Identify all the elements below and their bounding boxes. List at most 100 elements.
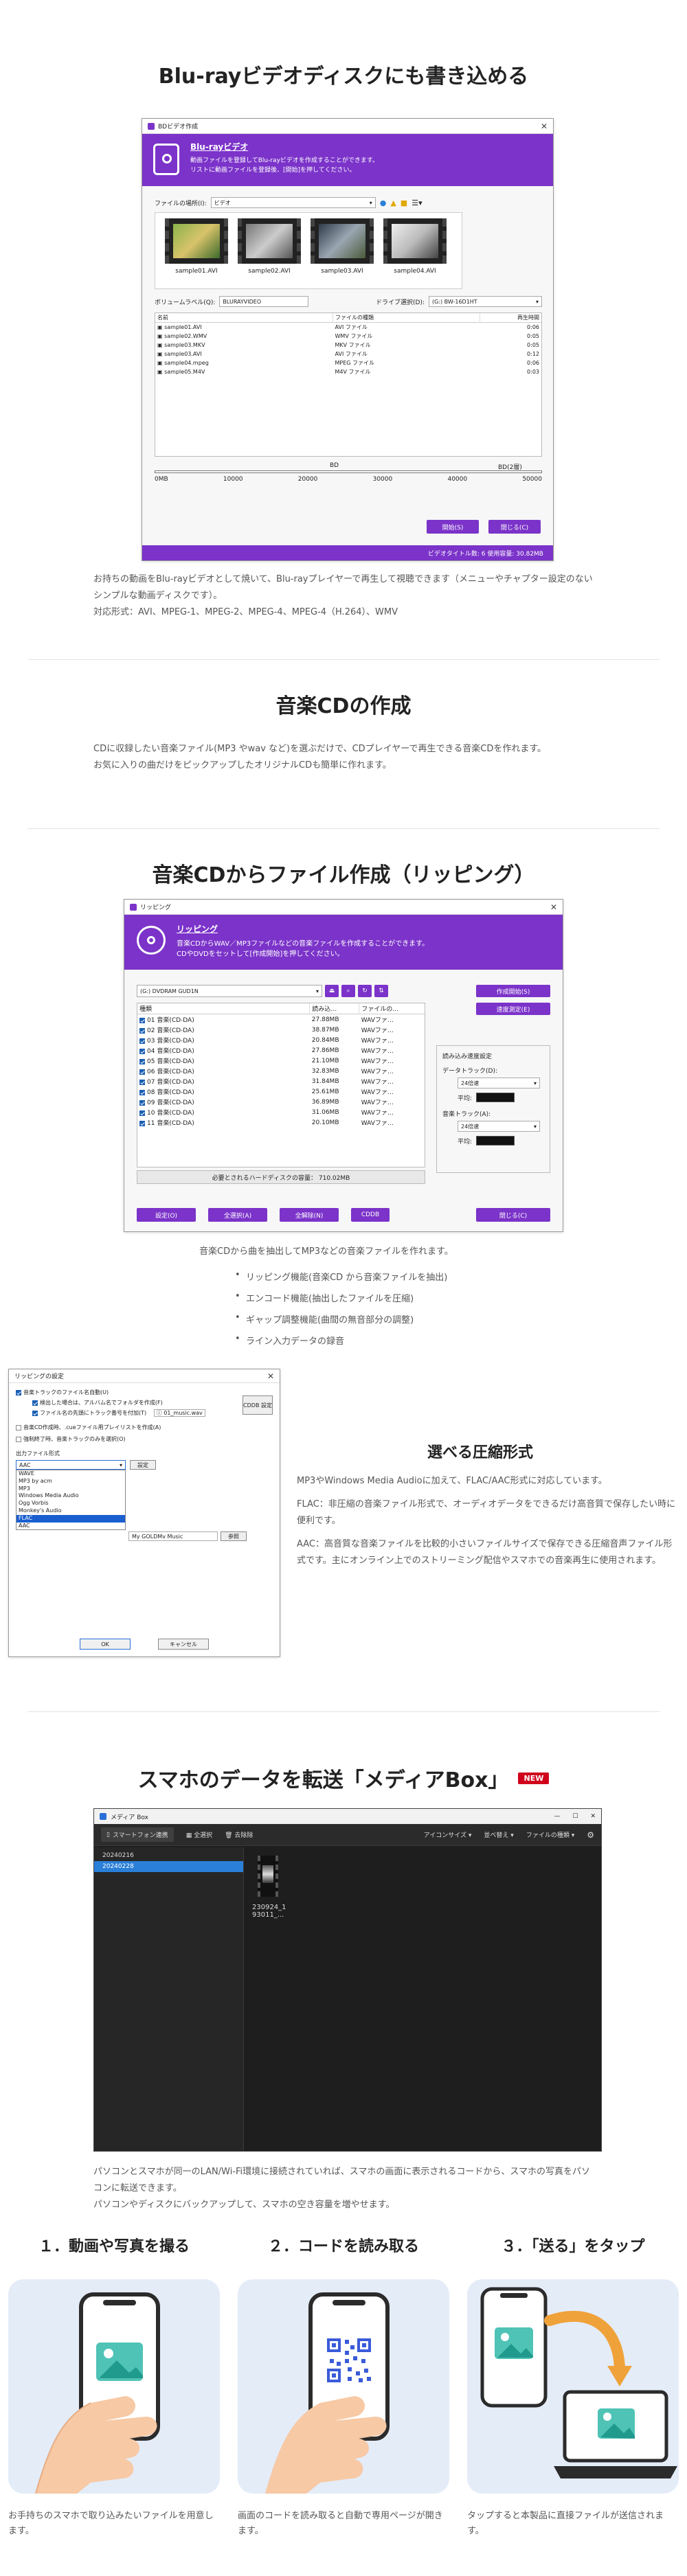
table-row[interactable]: 06 音楽(CD-DA) 32.83MB WAVファ… bbox=[137, 1066, 425, 1076]
eject-icon[interactable]: ⏏ bbox=[325, 985, 339, 997]
table-row[interactable]: 04 音楽(CD-DA) 27.86MB WAVファ… bbox=[137, 1045, 425, 1056]
thumbnail-item[interactable]: sample03.AVI bbox=[311, 218, 374, 283]
table-row[interactable]: 10 音楽(CD-DA) 31.06MB WAVファ… bbox=[137, 1107, 425, 1117]
table-row[interactable]: 01 音楽(CD-DA) 27.88MB WAVファ… bbox=[137, 1014, 425, 1025]
opt-auto-filename[interactable]: 音楽トラックのファイル名自動(U) bbox=[16, 1389, 273, 1396]
format-option[interactable]: Ogg Vorbis bbox=[16, 1500, 125, 1507]
browse-button[interactable]: 参照 bbox=[221, 1531, 247, 1541]
view-menu-icon[interactable]: ☰▾ bbox=[412, 198, 422, 207]
format-option[interactable]: MP3 bbox=[16, 1485, 125, 1493]
delete-button[interactable]: 🗑 去除除 bbox=[225, 1830, 253, 1839]
close-icon[interactable]: ✕ bbox=[590, 1813, 596, 1820]
opt-album-folder[interactable]: 検出した場合は、アルバム名でフォルダを作成(F) bbox=[32, 1399, 273, 1406]
checkbox[interactable] bbox=[139, 1120, 145, 1126]
start-button[interactable]: 開始(S) bbox=[427, 520, 479, 534]
format-option[interactable]: WAVE bbox=[16, 1470, 125, 1478]
col-name[interactable]: 名前 bbox=[155, 313, 333, 323]
minimize-icon[interactable]: — bbox=[554, 1813, 560, 1820]
speed-test-button[interactable]: 速度測定(E) bbox=[476, 1003, 550, 1015]
col-type[interactable]: ファイルの種類 bbox=[333, 313, 480, 323]
table-row[interactable]: 07 音楽(CD-DA) 31.84MB WAVファ… bbox=[137, 1076, 425, 1086]
thumbnail-item[interactable]: sample04.AVI bbox=[383, 218, 447, 283]
cancel-button[interactable]: キャンセル bbox=[158, 1639, 209, 1650]
opt-track-number[interactable]: ファイル名の先頭にトラック番号を付加(T) ⓘ 01_music.wav bbox=[32, 1409, 273, 1417]
folder-item-selected[interactable]: 20240228 bbox=[94, 1861, 243, 1872]
table-row[interactable]: 05 音楽(CD-DA) 21.10MB WAVファ… bbox=[137, 1056, 425, 1066]
format-settings-button[interactable]: 設定 bbox=[130, 1460, 156, 1470]
checkbox[interactable] bbox=[16, 1436, 21, 1442]
format-option-highlight[interactable]: FLAC bbox=[16, 1514, 125, 1523]
gear-icon[interactable]: ⚙ bbox=[587, 1830, 594, 1840]
ok-button[interactable]: OK bbox=[80, 1639, 131, 1650]
sort-icon[interactable]: ⇅ bbox=[374, 985, 388, 997]
table-row[interactable]: ▣ sample02.WMV WMV ファイル 0:05 bbox=[155, 332, 541, 341]
format-option[interactable]: AAC bbox=[16, 1523, 125, 1530]
close-button[interactable]: 閉じる(C) bbox=[488, 520, 541, 534]
drive-select[interactable]: (G:) BW-16D1HT ▾ bbox=[429, 296, 542, 307]
rip-drive-select[interactable]: (G:) DVDRAM GUD1N ▾ bbox=[137, 985, 322, 997]
table-row[interactable]: 02 音楽(CD-DA) 38.87MB WAVファ… bbox=[137, 1025, 425, 1035]
opt-cue-playlist[interactable]: 音楽CD作成時、.cueファイル用プレイリストを作成(A) bbox=[16, 1424, 273, 1431]
select-all-button[interactable]: ▦ 全選択 bbox=[186, 1830, 212, 1839]
table-row[interactable]: 09 音楽(CD-DA) 36.89MB WAVファ… bbox=[137, 1097, 425, 1107]
format-select[interactable]: AAC ▾ bbox=[16, 1460, 126, 1470]
close-icon[interactable]: ✕ bbox=[267, 1371, 274, 1381]
select-all-button[interactable]: 全選択(A) bbox=[208, 1208, 267, 1222]
rip-close-button[interactable]: 閉じる(C) bbox=[476, 1208, 550, 1222]
sort-menu[interactable]: 並べ替え ▾ bbox=[484, 1830, 513, 1839]
table-row[interactable]: ▣ sample03.AVI AVI ファイル 0:12 bbox=[155, 350, 541, 358]
data-track-select[interactable]: 24倍速 ▾ bbox=[458, 1078, 540, 1088]
checkbox[interactable] bbox=[16, 1389, 21, 1395]
checkbox[interactable] bbox=[32, 1410, 38, 1416]
file-type-menu[interactable]: ファイルの種類 ▾ bbox=[526, 1830, 574, 1839]
checkbox[interactable] bbox=[139, 1048, 145, 1054]
checkbox[interactable] bbox=[139, 1079, 145, 1085]
save-path-input[interactable]: My GOLDMv Music bbox=[128, 1531, 218, 1541]
checkbox[interactable] bbox=[139, 1110, 145, 1116]
checkbox[interactable] bbox=[139, 1099, 145, 1106]
table-row[interactable]: 03 音楽(CD-DA) 20.84MB WAVファ… bbox=[137, 1035, 425, 1045]
table-row[interactable]: ▣ sample05.M4V M4V ファイル 0:03 bbox=[155, 367, 541, 376]
checkbox[interactable] bbox=[16, 1424, 21, 1431]
close-icon[interactable]: ✕ bbox=[541, 122, 548, 131]
checkbox[interactable] bbox=[139, 1038, 145, 1044]
volume-input[interactable]: BLURAYVIDEO bbox=[219, 296, 309, 307]
checkbox[interactable] bbox=[139, 1027, 145, 1034]
media-item[interactable]: 230924_1 93011_... bbox=[252, 1856, 296, 1919]
format-option[interactable]: Windows Media Audio bbox=[16, 1492, 125, 1500]
icon-size-menu[interactable]: アイコンサイズ ▾ bbox=[424, 1830, 472, 1839]
col-read[interactable]: 読み込… bbox=[309, 1003, 359, 1014]
folder-item[interactable]: 20240216 bbox=[94, 1850, 243, 1861]
col-duration[interactable]: 再生時間 bbox=[479, 313, 541, 323]
checkbox[interactable] bbox=[139, 1069, 145, 1075]
checkbox[interactable] bbox=[139, 1017, 145, 1023]
col-kind[interactable]: 種類 bbox=[137, 1003, 310, 1014]
folder-up-icon[interactable]: ▲ bbox=[390, 198, 396, 207]
col-file[interactable]: ファイルの… bbox=[359, 1003, 425, 1014]
create-start-button[interactable]: 作成開始(S) bbox=[476, 985, 550, 997]
file-location-select[interactable]: ビデオ ▾ bbox=[210, 197, 376, 208]
thumbnail-item[interactable]: sample02.AVI bbox=[238, 218, 301, 283]
cddb-button[interactable]: CDDB bbox=[351, 1208, 390, 1222]
table-row[interactable]: ▣ sample03.MKV MKV ファイル 0:05 bbox=[155, 341, 541, 350]
format-option[interactable]: Monkey's Audio bbox=[16, 1507, 125, 1515]
deselect-all-button[interactable]: 全解除(N) bbox=[280, 1208, 339, 1222]
zoom-icon[interactable]: ⌕ bbox=[341, 985, 355, 997]
opt-force-exit[interactable]: 強制終了時、音楽トラックのみを選択(O) bbox=[16, 1435, 273, 1443]
checkbox[interactable] bbox=[139, 1058, 145, 1064]
format-option[interactable]: MP3 by acm bbox=[16, 1478, 125, 1485]
maximize-icon[interactable]: ☐ bbox=[572, 1813, 578, 1820]
audio-track-select[interactable]: 24倍速 ▾ bbox=[458, 1121, 540, 1132]
checkbox[interactable] bbox=[139, 1089, 145, 1095]
table-row[interactable]: 08 音楽(CD-DA) 25.61MB WAVファ… bbox=[137, 1086, 425, 1097]
close-icon[interactable]: ✕ bbox=[550, 902, 557, 912]
thumbnail-item[interactable]: sample01.AVI bbox=[165, 218, 228, 283]
table-row[interactable]: ▣ sample04.mpeg MPEG ファイル 0:06 bbox=[155, 358, 541, 367]
table-row[interactable]: 11 音楽(CD-DA) 20.10MB WAVファ… bbox=[137, 1117, 425, 1128]
refresh-icon[interactable]: ↻ bbox=[358, 985, 372, 997]
cddb-settings-button[interactable]: CDDB 設定 bbox=[243, 1395, 273, 1415]
new-folder-icon[interactable]: ■ bbox=[401, 198, 407, 207]
table-row[interactable]: ▣ sample01.AVI AVI ファイル 0:06 bbox=[155, 323, 541, 332]
globe-icon[interactable]: ● bbox=[380, 198, 387, 207]
settings-button[interactable]: 設定(O) bbox=[137, 1208, 196, 1222]
